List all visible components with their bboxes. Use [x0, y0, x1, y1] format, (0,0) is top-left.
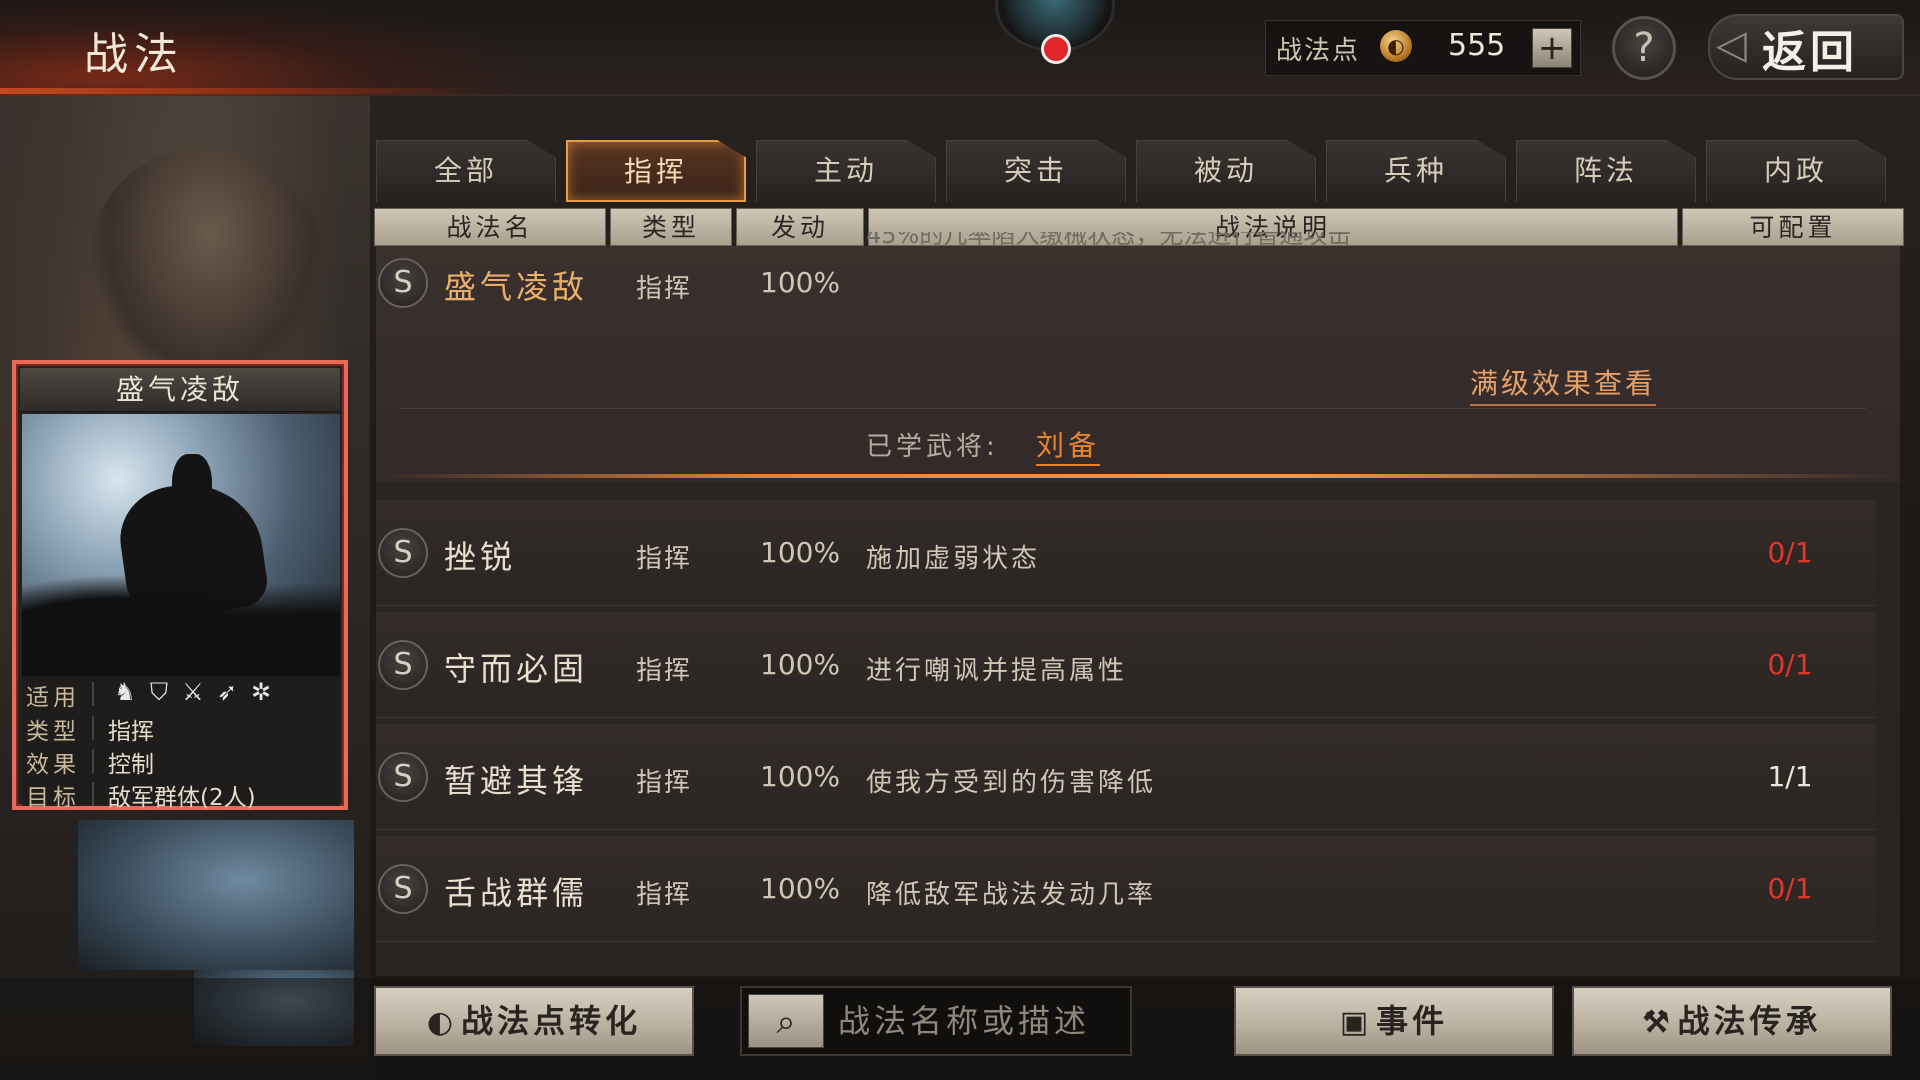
- tab-formation[interactable]: 阵法: [1516, 140, 1696, 202]
- card-type-row: 类型 指挥: [22, 712, 340, 745]
- convert-points-label: 战法点转化: [461, 1002, 642, 1040]
- archer-icon: ➶: [216, 678, 238, 706]
- title-glow: [0, 0, 520, 96]
- tactic-description: 降低敌军战法发动几率: [866, 880, 1157, 910]
- flame-icon: ◐: [426, 1005, 458, 1040]
- expanded-description: 45%的几率陷入缴械状态，无法进行普通攻击: [866, 232, 1352, 246]
- learned-general-link[interactable]: 刘备: [1036, 424, 1101, 466]
- inherit-tactic-button[interactable]: ⚒ 战法传承: [1572, 986, 1892, 1056]
- expanded-tactic-row[interactable]: [376, 246, 1900, 482]
- shield-icon: ⛉: [150, 678, 168, 706]
- back-arrow-icon: ◁: [1716, 22, 1747, 68]
- tactic-points-label: 战法点: [1276, 36, 1361, 66]
- crossed-swords-icon: ⚔: [182, 678, 204, 706]
- divider: [92, 782, 94, 806]
- column-header-type[interactable]: 类型: [610, 208, 732, 246]
- tab-internal[interactable]: 内政: [1706, 140, 1886, 202]
- effect-value: 控制: [108, 752, 154, 778]
- apply-label: 适用: [26, 685, 80, 711]
- wheel-icon: ✲: [250, 678, 272, 706]
- tactic-rate: 100%: [760, 266, 841, 299]
- column-header-name[interactable]: 战法名: [374, 208, 606, 246]
- tab-passive[interactable]: 被动: [1136, 140, 1316, 202]
- event-label: 事件: [1376, 1002, 1449, 1040]
- grade-badge: S: [378, 528, 428, 578]
- tab-all[interactable]: 全部: [376, 140, 556, 202]
- tactic-rate: 100%: [760, 760, 841, 793]
- tactic-name: 暂避其锋: [444, 762, 589, 800]
- card-target-row: 目标 敌军群体(2人): [22, 778, 340, 811]
- configurable-count: 0/1: [1767, 872, 1813, 905]
- divider: [400, 408, 1866, 409]
- tactic-rate: 100%: [760, 536, 841, 569]
- card-apply-row: 适用 ♞ ⛉ ⚔ ➶ ✲: [22, 678, 340, 711]
- back-button-label[interactable]: 返回: [1762, 16, 1858, 80]
- add-points-button[interactable]: +: [1532, 28, 1572, 68]
- search-input[interactable]: [838, 994, 1122, 1048]
- divider: [92, 716, 94, 740]
- effect-label: 效果: [26, 752, 80, 778]
- help-button[interactable]: ?: [1612, 16, 1676, 80]
- inherit-tactic-label: 战法传承: [1677, 1002, 1822, 1040]
- tactic-type: 指挥: [636, 274, 693, 304]
- divider: [92, 682, 94, 706]
- event-button[interactable]: ▣ 事件: [1234, 986, 1554, 1056]
- tactic-type: 指挥: [636, 544, 693, 574]
- table-row[interactable]: [376, 500, 1876, 606]
- column-header-trigger[interactable]: 发动: [736, 208, 864, 246]
- tactic-type: 指挥: [636, 768, 693, 798]
- grade-badge: S: [378, 640, 428, 690]
- tab-assault[interactable]: 突击: [946, 140, 1126, 202]
- apply-icons: ♞ ⛉ ⚔ ➶ ✲: [108, 678, 278, 706]
- tactic-name: 盛气凌敌: [444, 268, 589, 306]
- tab-active[interactable]: 主动: [756, 140, 936, 202]
- configurable-count: 1/1: [1767, 760, 1813, 793]
- tab-troop[interactable]: 兵种: [1326, 140, 1506, 202]
- target-label: 目标: [26, 785, 80, 811]
- page-title: 战法: [84, 29, 184, 80]
- tactic-rate: 100%: [760, 648, 841, 681]
- hammer-icon: ⚒: [1642, 1005, 1674, 1040]
- grade-badge: S: [378, 258, 428, 308]
- configurable-count: 0/1: [1767, 648, 1813, 681]
- notification-dot: [1041, 34, 1071, 64]
- card-title: 盛气凌敌: [20, 368, 340, 412]
- grade-badge: S: [378, 864, 428, 914]
- card-effect-row: 效果 控制: [22, 745, 340, 778]
- tactic-description: 施加虚弱状态: [866, 544, 1041, 574]
- divider: [92, 749, 94, 773]
- tactic-rate: 100%: [760, 872, 841, 905]
- learned-generals-label: 已学武将:: [866, 432, 999, 462]
- grade-badge: S: [378, 752, 428, 802]
- event-icon: ▣: [1339, 1005, 1373, 1040]
- expanded-highlight-line: [380, 474, 1900, 478]
- soldiers-silhouette: [22, 574, 340, 676]
- type-label: 类型: [26, 719, 80, 745]
- title-underline: [0, 88, 480, 94]
- search-icon[interactable]: ⌕: [748, 994, 824, 1048]
- target-value: 敌军群体(2人): [108, 785, 256, 811]
- tactic-description: 使我方受到的伤害降低: [866, 768, 1157, 798]
- category-tabs: 全部 指挥 主动 突击 被动 兵种 阵法 内政: [376, 140, 1886, 204]
- tactic-name: 守而必固: [444, 650, 589, 688]
- tab-command[interactable]: 指挥: [566, 140, 746, 202]
- tactic-name: 挫锐: [444, 538, 517, 576]
- configurable-count: 0/1: [1767, 536, 1813, 569]
- tactic-name: 舌战群儒: [444, 874, 589, 912]
- rider-silhouette: [172, 454, 212, 524]
- scene-art: [78, 820, 354, 970]
- tactic-type: 指挥: [636, 880, 693, 910]
- tactic-description: 进行嘲讽并提高属性: [866, 656, 1128, 686]
- cavalry-icon: ♞: [114, 678, 136, 706]
- coin-icon: ◐: [1380, 30, 1412, 62]
- max-level-effect-link[interactable]: 满级效果查看: [1470, 362, 1657, 406]
- card-illustration: [22, 414, 340, 676]
- type-value: 指挥: [108, 719, 154, 745]
- convert-points-button[interactable]: ◐ 战法点转化: [374, 986, 694, 1056]
- tactic-type: 指挥: [636, 656, 693, 686]
- tactic-points-value: 555: [1448, 28, 1506, 63]
